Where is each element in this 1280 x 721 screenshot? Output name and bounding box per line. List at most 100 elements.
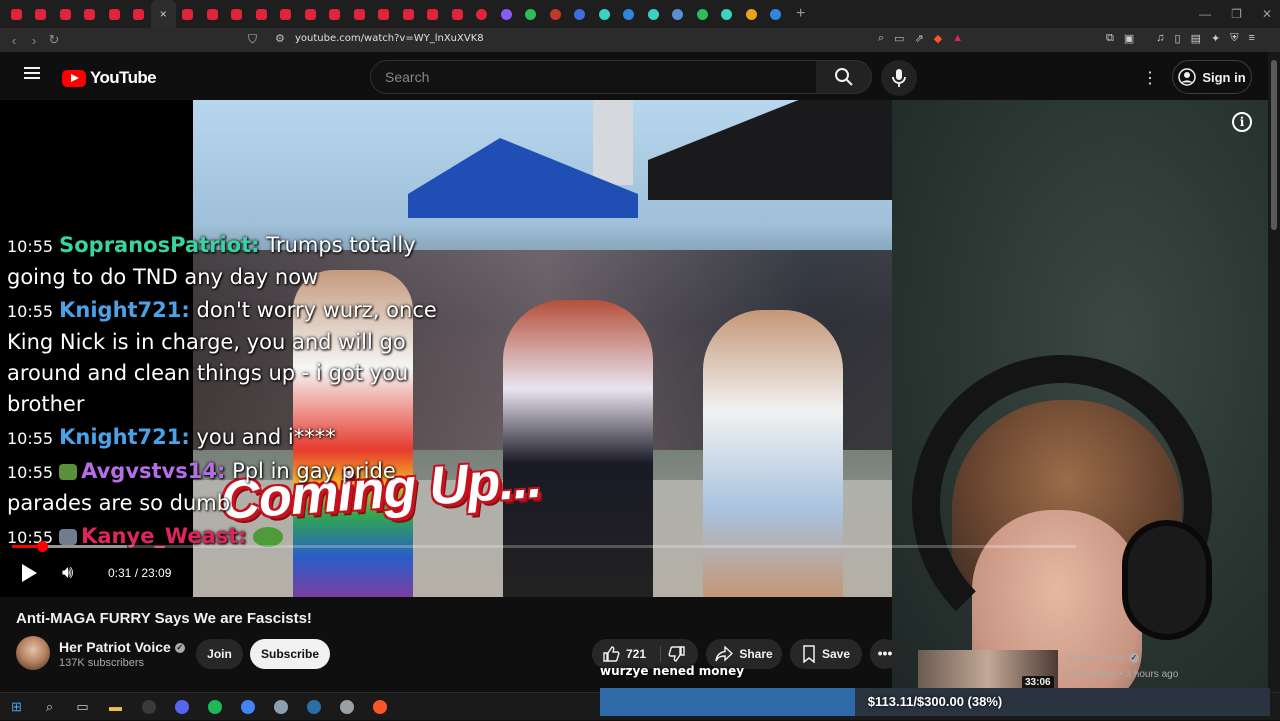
- cast-icon[interactable]: ▭: [894, 32, 904, 45]
- browser-tab[interactable]: [641, 0, 666, 28]
- task-view-icon[interactable]: ▭: [66, 693, 99, 721]
- wallet-icon[interactable]: ▤: [1191, 32, 1201, 45]
- minimize-icon[interactable]: —: [1199, 7, 1211, 21]
- browser-tab[interactable]: [519, 0, 544, 28]
- close-window-icon[interactable]: ✕: [1262, 7, 1272, 21]
- extensions-icon[interactable]: ⧉: [1106, 32, 1114, 45]
- browser-tab[interactable]: [249, 0, 274, 28]
- youtube-logo[interactable]: YouTube: [62, 68, 157, 88]
- browser-tab[interactable]: [225, 0, 250, 28]
- browser-tab[interactable]: [617, 0, 642, 28]
- share-page-icon[interactable]: ⇗: [915, 32, 924, 45]
- recommended-video-meta: 118K views • 3 hours ago: [1066, 669, 1179, 680]
- subscribe-button[interactable]: Subscribe: [250, 639, 330, 669]
- app2-icon[interactable]: [330, 693, 363, 721]
- windows-icon[interactable]: ⊞: [0, 693, 33, 721]
- browser-tab-active[interactable]: ×: [151, 0, 176, 28]
- logo-text: YouTube: [90, 68, 157, 87]
- browser-tab[interactable]: [298, 0, 323, 28]
- interviewer: [703, 310, 843, 597]
- bookmark-icon[interactable]: ⛉: [248, 32, 257, 47]
- browser-tab[interactable]: [176, 0, 201, 28]
- browser-tab[interactable]: [568, 0, 593, 28]
- browser-tab[interactable]: [127, 0, 152, 28]
- browser-tab[interactable]: [421, 0, 446, 28]
- browser-tab[interactable]: [592, 0, 617, 28]
- verified-icon: ✓: [1128, 653, 1139, 664]
- guide-menu-icon[interactable]: [24, 67, 40, 79]
- scrollbar-thumb[interactable]: [1271, 60, 1277, 230]
- browser-tab[interactable]: [396, 0, 421, 28]
- share-icon: [715, 646, 734, 662]
- chat-username: Knight721:: [59, 425, 190, 449]
- browser-tab[interactable]: [347, 0, 372, 28]
- leo-icon[interactable]: ✦: [1211, 32, 1220, 45]
- browser-tab[interactable]: [690, 0, 715, 28]
- browser-tab[interactable]: [739, 0, 764, 28]
- brave-shield-icon[interactable]: ◆: [934, 32, 942, 45]
- search-icon: [834, 68, 853, 86]
- sidebar-icon[interactable]: ▯: [1175, 32, 1181, 45]
- forward-icon[interactable]: ›: [24, 33, 44, 48]
- browser-tab[interactable]: [274, 0, 299, 28]
- file-explorer-icon[interactable]: ▬: [99, 693, 132, 721]
- volume-icon[interactable]: 🔊︎: [62, 562, 73, 583]
- sign-in-button[interactable]: Sign in: [1172, 60, 1252, 94]
- vpn-icon[interactable]: ⛨: [1230, 32, 1238, 45]
- chat-message: 10:55 Knight721: don't worry wurz, once K…: [7, 295, 447, 420]
- browser-tab[interactable]: [4, 0, 29, 28]
- browser-tab[interactable]: [29, 0, 54, 28]
- info-icon[interactable]: i: [1232, 112, 1252, 132]
- bookmark-save-icon: [803, 645, 815, 663]
- browser-tab[interactable]: [323, 0, 348, 28]
- new-tab-icon[interactable]: +: [796, 5, 805, 23]
- channel-name[interactable]: Her Patriot Voice ✓: [59, 639, 185, 655]
- browser-tab[interactable]: [445, 0, 470, 28]
- recommended-video-channel[interactable]: Skeeter Jean ✓: [1066, 653, 1139, 664]
- browser-tab[interactable]: [53, 0, 78, 28]
- search-input[interactable]: [371, 61, 817, 93]
- maximize-icon[interactable]: ❐: [1231, 7, 1242, 21]
- browser-tab[interactable]: [200, 0, 225, 28]
- steam-icon[interactable]: [297, 693, 330, 721]
- browser-tab[interactable]: [78, 0, 103, 28]
- app-icon[interactable]: [264, 693, 297, 721]
- brave-rewards-icon[interactable]: ▲: [952, 32, 963, 45]
- page-scrollbar[interactable]: [1268, 52, 1280, 692]
- search-button[interactable]: [816, 60, 872, 94]
- obs-icon[interactable]: [132, 693, 165, 721]
- progress-bar[interactable]: [12, 541, 1076, 552]
- browser-tab[interactable]: [470, 0, 495, 28]
- chrome-icon[interactable]: [231, 693, 264, 721]
- progress-scrubber[interactable]: [36, 541, 48, 552]
- save-button[interactable]: Save: [790, 639, 862, 669]
- spotify-icon[interactable]: [198, 693, 231, 721]
- search-icon[interactable]: ⌕: [33, 693, 66, 721]
- browser-tab[interactable]: [666, 0, 691, 28]
- save-label: Save: [821, 647, 851, 661]
- menu-icon[interactable]: ≡: [1248, 32, 1254, 45]
- channel-avatar[interactable]: [16, 636, 50, 670]
- voice-search-button[interactable]: [881, 60, 917, 96]
- zoom-icon[interactable]: ⌕: [878, 32, 884, 45]
- more-actions-button[interactable]: •••: [870, 639, 900, 669]
- url-field[interactable]: youtube.com/watch?v=WY_lnXuXVK8: [295, 33, 484, 44]
- spotify-icon-glyph: [207, 699, 222, 714]
- screenshot-icon[interactable]: ▣: [1124, 32, 1134, 45]
- settings-kebab-icon[interactable]: ⋮: [1142, 68, 1158, 88]
- reload-icon[interactable]: ↻: [44, 32, 64, 48]
- media-icon[interactable]: ♫: [1156, 32, 1164, 45]
- brave-icon[interactable]: [363, 693, 396, 721]
- discord-icon[interactable]: [165, 693, 198, 721]
- browser-tab[interactable]: [372, 0, 397, 28]
- browser-tab[interactable]: [764, 0, 789, 28]
- browser-tab[interactable]: [494, 0, 519, 28]
- join-button[interactable]: Join: [196, 639, 243, 669]
- site-info-icon[interactable]: ⚙: [275, 32, 285, 45]
- browser-tab[interactable]: [543, 0, 568, 28]
- browser-tab[interactable]: [715, 0, 740, 28]
- close-tab-icon[interactable]: ×: [160, 7, 167, 21]
- back-icon[interactable]: ‹: [4, 33, 24, 48]
- browser-tab[interactable]: [102, 0, 127, 28]
- play-icon[interactable]: [22, 564, 37, 582]
